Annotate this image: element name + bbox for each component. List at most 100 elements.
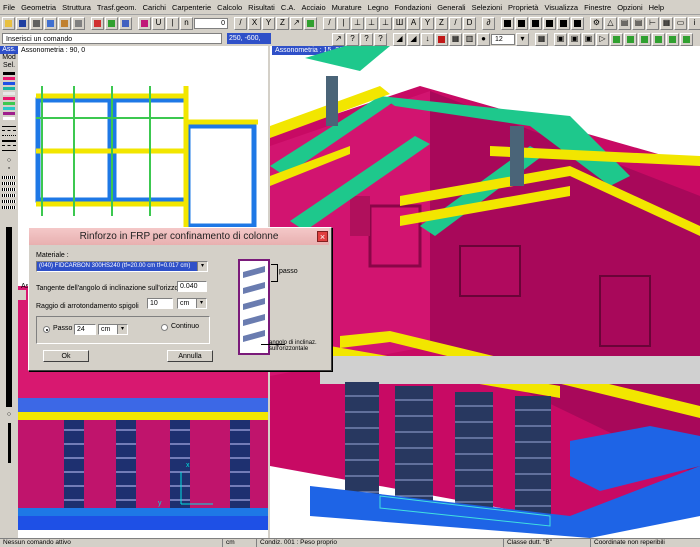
cube3-icon[interactable]: ▣: [582, 32, 595, 46]
x-axis-icon[interactable]: X: [248, 16, 261, 30]
color-swatch[interactable]: [3, 72, 15, 75]
chevron-down-icon[interactable]: ▾: [197, 262, 207, 271]
cube9-icon[interactable]: [680, 32, 693, 46]
grid3-icon[interactable]: ▦: [449, 32, 462, 46]
table2-icon[interactable]: ▦: [535, 32, 548, 46]
link-icon[interactable]: ∂: [482, 16, 495, 30]
dim2-icon[interactable]: ⊢: [646, 16, 659, 30]
color-swatch[interactable]: [3, 87, 15, 90]
menu-item-11[interactable]: Legno: [365, 3, 392, 12]
cube1-icon[interactable]: ▣: [554, 32, 567, 46]
grid-icon[interactable]: U: [152, 16, 165, 30]
radius-input[interactable]: 10: [147, 298, 173, 309]
cube4-icon[interactable]: [610, 32, 623, 46]
passo-input[interactable]: 24: [74, 324, 96, 335]
menu-item-3[interactable]: Trasf.geom.: [94, 3, 140, 12]
fill2-icon[interactable]: ◢: [407, 32, 420, 46]
view4-icon[interactable]: [543, 16, 556, 30]
menu-item-5[interactable]: Carpenterie: [169, 3, 214, 12]
menu-item-17[interactable]: Finestre: [581, 3, 614, 12]
copy-icon[interactable]: [44, 16, 57, 30]
cube6-icon[interactable]: [638, 32, 651, 46]
menu-item-10[interactable]: Murature: [329, 3, 365, 12]
command-input[interactable]: Inserisci un comando: [2, 33, 222, 44]
view2-icon[interactable]: [515, 16, 528, 30]
color-swatch[interactable]: [3, 77, 15, 80]
palette-icon[interactable]: ●: [477, 32, 490, 46]
palette-sel[interactable]: Sel.: [0, 62, 18, 70]
open-icon[interactable]: [2, 16, 15, 30]
view6-icon[interactable]: [571, 16, 584, 30]
menu-item-13[interactable]: Generali: [434, 3, 468, 12]
dropdown-icon[interactable]: ▾: [516, 32, 529, 46]
settings-icon[interactable]: ⚙: [590, 16, 603, 30]
menu-item-6[interactable]: Calcolo: [214, 3, 245, 12]
snap3-icon[interactable]: ?: [360, 32, 373, 46]
cube5-icon[interactable]: [624, 32, 637, 46]
color-swatch[interactable]: [3, 112, 15, 115]
chevron-down-icon[interactable]: ▾: [196, 299, 206, 308]
cube7-icon[interactable]: [652, 32, 665, 46]
play-icon[interactable]: ▷: [596, 32, 609, 46]
sheet2-icon[interactable]: ▤: [632, 16, 645, 30]
window-icon[interactable]: ▭: [674, 16, 687, 30]
menu-item-4[interactable]: Carichi: [140, 3, 169, 12]
cube2-icon[interactable]: ▣: [568, 32, 581, 46]
fill1-icon[interactable]: ◢: [393, 32, 406, 46]
menu-item-18[interactable]: Opzioni: [614, 3, 645, 12]
undo-icon[interactable]: [91, 16, 104, 30]
view1-icon[interactable]: [501, 16, 514, 30]
menu-item-7[interactable]: Risultati: [245, 3, 278, 12]
menu-item-2[interactable]: Struttura: [59, 3, 94, 12]
color-swatch[interactable]: [3, 97, 15, 100]
radius-unit-select[interactable]: cm ▾: [177, 298, 207, 309]
menu-item-9[interactable]: Acciaio: [298, 3, 328, 12]
print-icon[interactable]: [30, 16, 43, 30]
tri-icon[interactable]: △: [604, 16, 617, 30]
color-swatch[interactable]: [3, 107, 15, 110]
grid2-icon[interactable]: |: [166, 16, 179, 30]
menu-item-1[interactable]: Geometria: [18, 3, 59, 12]
tan-input[interactable]: 0.040: [177, 281, 207, 292]
info-icon[interactable]: i: [688, 16, 700, 30]
palette-circle-icon[interactable]: ○: [0, 157, 18, 165]
palette-mod[interactable]: Mod: [0, 54, 18, 62]
line-icon[interactable]: /: [234, 16, 247, 30]
cube8-icon[interactable]: [666, 32, 679, 46]
node-icon[interactable]: [304, 16, 317, 30]
beam-icon[interactable]: /: [323, 16, 336, 30]
stack-icon[interactable]: [435, 32, 448, 46]
palette-pattern-icon[interactable]: ▫: [0, 165, 18, 173]
i-icon[interactable]: /: [449, 16, 462, 30]
menu-item-14[interactable]: Selezioni: [469, 3, 505, 12]
z-axis-icon[interactable]: Z: [276, 16, 289, 30]
menu-item-19[interactable]: Help: [646, 3, 667, 12]
y-axis-icon[interactable]: Y: [262, 16, 275, 30]
palette-slider-track[interactable]: [6, 227, 12, 407]
menu-item-0[interactable]: File: [0, 3, 18, 12]
menu-item-8[interactable]: C.A.: [278, 3, 299, 12]
toolbar-input[interactable]: 0: [194, 17, 228, 29]
cut-icon[interactable]: [72, 16, 85, 30]
dim-icon[interactable]: ⊥: [379, 16, 392, 30]
snap2-icon[interactable]: ?: [346, 32, 359, 46]
color-swatch[interactable]: [3, 117, 15, 120]
y2-icon[interactable]: Y: [421, 16, 434, 30]
close-icon[interactable]: ×: [317, 231, 328, 242]
ok-button[interactable]: Ok: [43, 350, 89, 362]
perp-icon[interactable]: ⊥: [351, 16, 364, 30]
z2-icon[interactable]: Z: [435, 16, 448, 30]
cancel-button[interactable]: Annulla: [167, 350, 213, 362]
arrow-icon[interactable]: ↓: [421, 32, 434, 46]
save-icon[interactable]: [16, 16, 29, 30]
bars-icon[interactable]: ▥: [463, 32, 476, 46]
color-swatch[interactable]: [3, 102, 15, 105]
redo-icon[interactable]: [105, 16, 118, 30]
rotate-icon[interactable]: ↗: [290, 16, 303, 30]
zoom-icon[interactable]: [119, 16, 132, 30]
paste-icon[interactable]: [58, 16, 71, 30]
palette-ass[interactable]: Ass.: [0, 46, 18, 54]
color-swatch[interactable]: [3, 82, 15, 85]
layer-icon[interactable]: [138, 16, 151, 30]
palette-slider-knob[interactable]: ○: [0, 411, 18, 419]
